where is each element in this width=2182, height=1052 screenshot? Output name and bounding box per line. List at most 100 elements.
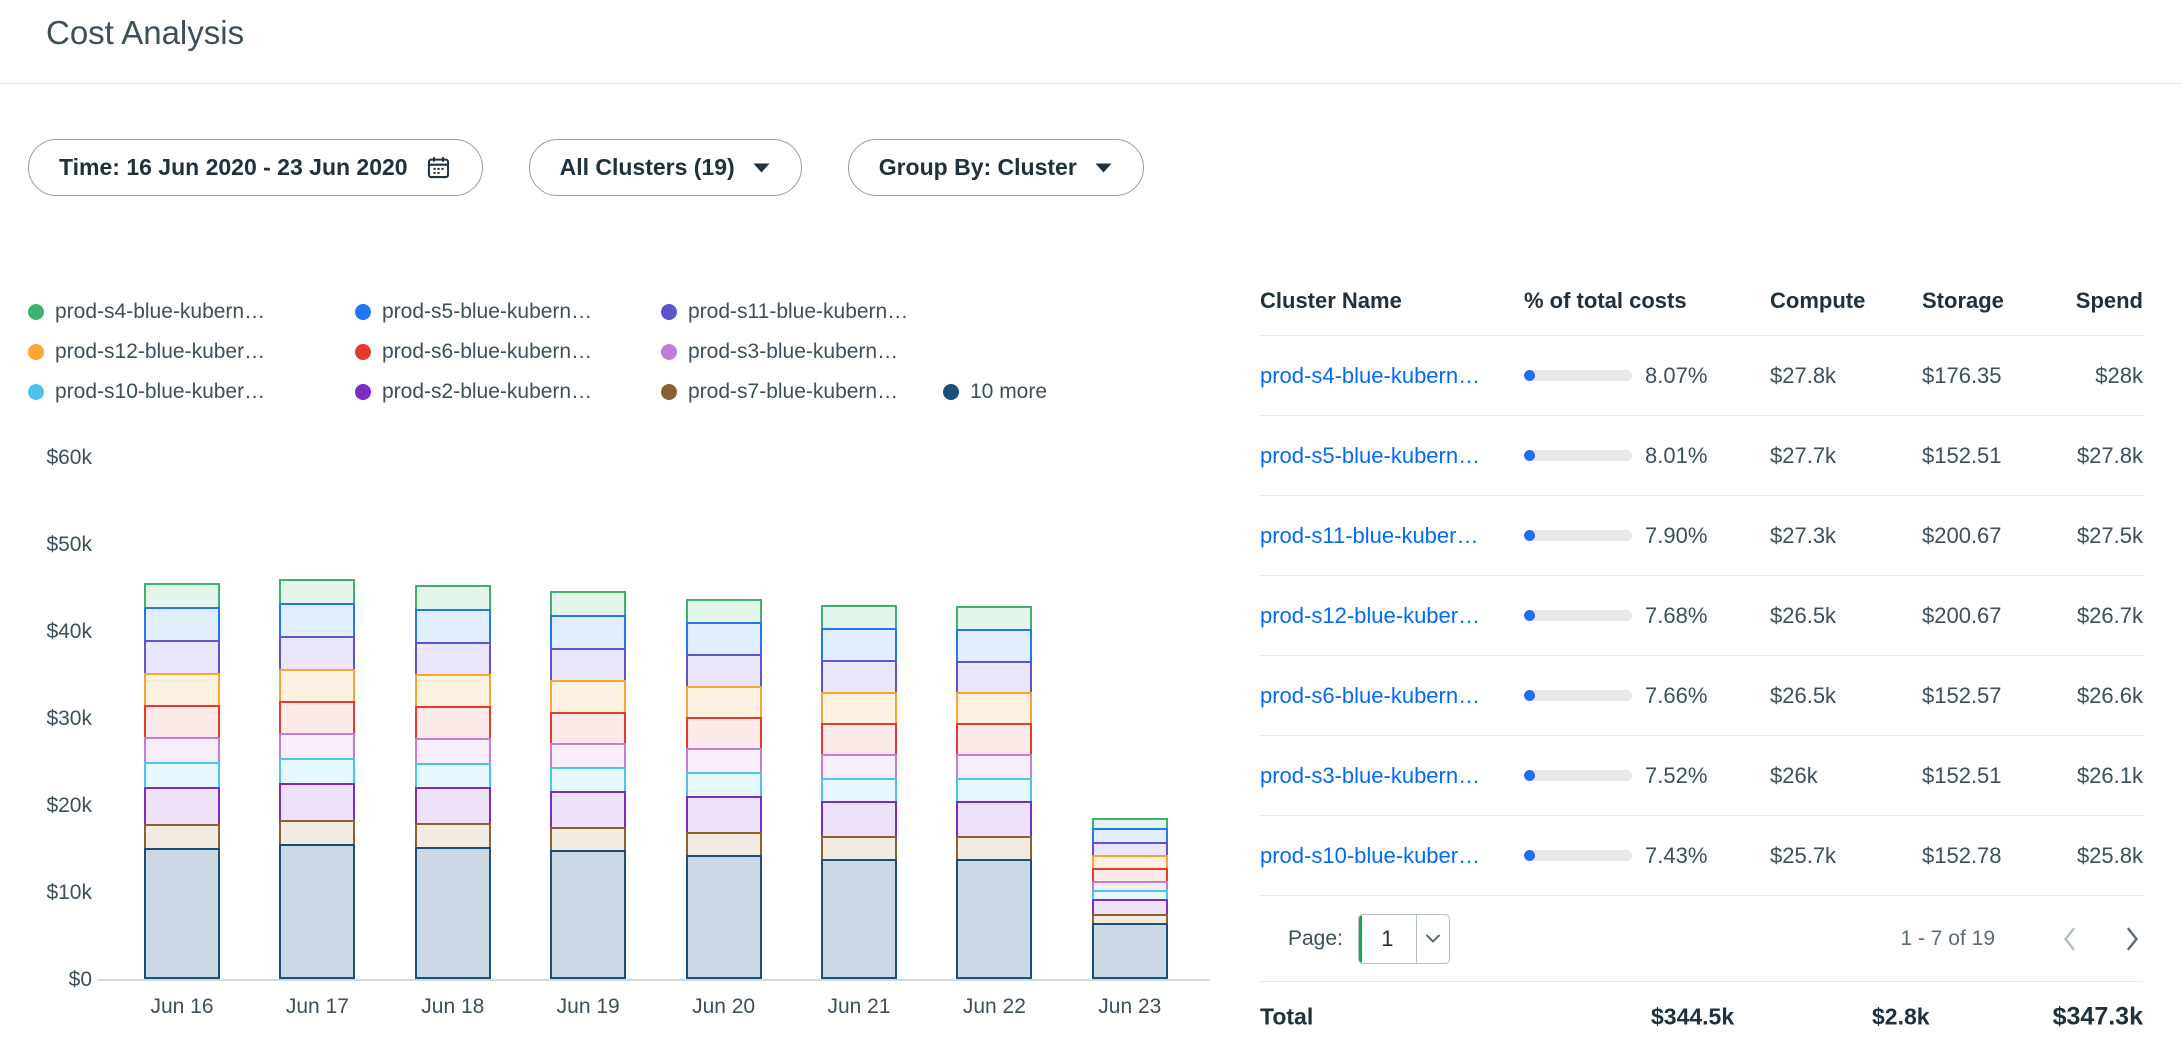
legend-item-prod-s5[interactable]: prod-s5-blue-kubern… — [355, 300, 661, 324]
bar-segment — [415, 642, 491, 676]
percent-progress-track — [1524, 610, 1632, 621]
legend-item-prod-s4[interactable]: prod-s4-blue-kubern… — [28, 300, 355, 324]
bar-segment — [686, 832, 762, 857]
page-number-select[interactable]: 1 — [1358, 914, 1450, 964]
bar-segment — [686, 622, 762, 656]
bar-segment — [550, 827, 626, 852]
legend-item-more[interactable]: 10 more — [943, 380, 1047, 404]
next-page-button[interactable] — [2125, 925, 2141, 953]
cluster-name-cell: prod-s11-blue-kuber… — [1260, 523, 1524, 549]
percent-progress-fill — [1524, 690, 1535, 701]
stacked-bar-jun-18[interactable] — [415, 585, 491, 979]
legend-item-label: prod-s7-blue-kubern… — [688, 380, 898, 404]
bar-segment — [415, 763, 491, 789]
bar-segment — [686, 796, 762, 834]
legend-item-label: prod-s3-blue-kubern… — [688, 340, 898, 364]
bar-segment — [415, 706, 491, 740]
cluster-name-link[interactable]: prod-s6-blue-kubern… — [1260, 683, 1480, 708]
percent-label: 7.90% — [1645, 523, 1707, 549]
table-row: prod-s11-blue-kuber…7.90%$27.3k$200.67$2… — [1260, 496, 2143, 576]
bar-segment — [550, 648, 626, 682]
bar-segment — [550, 767, 626, 793]
stacked-bar-jun-22[interactable] — [956, 606, 1032, 979]
select-caret-down-icon — [1417, 934, 1449, 944]
cluster-name-link[interactable]: prod-s12-blue-kuber… — [1260, 603, 1480, 628]
bar-segment — [144, 673, 220, 707]
prod-s11-color-dot — [661, 304, 677, 320]
legend-item-prod-s7[interactable]: prod-s7-blue-kubern… — [661, 380, 943, 404]
cluster-name-link[interactable]: prod-s10-blue-kuber… — [1260, 843, 1480, 868]
stacked-bar-jun-23[interactable] — [1092, 818, 1168, 979]
bar-segment — [415, 738, 491, 765]
pagination-range-label: 1 - 7 of 19 — [1900, 927, 1995, 951]
previous-page-button[interactable] — [2061, 925, 2077, 953]
bar-segment — [144, 583, 220, 609]
percent-progress-fill — [1524, 450, 1535, 461]
calendar-icon — [425, 154, 452, 181]
bar-segment — [279, 669, 355, 703]
x-axis-tick-label: Jun 20 — [654, 995, 794, 1019]
bar-segment — [821, 605, 897, 630]
caret-down-icon — [1094, 161, 1113, 174]
bar-segment — [279, 758, 355, 785]
x-axis-tick-label: Jun 16 — [112, 995, 252, 1019]
stacked-bar-jun-19[interactable] — [550, 591, 626, 979]
cluster-name-link[interactable]: prod-s3-blue-kubern… — [1260, 763, 1480, 788]
compute-value: $26k — [1770, 763, 1922, 789]
prod-s7-color-dot — [661, 384, 677, 400]
bar-segment — [279, 603, 355, 638]
cluster-name-link[interactable]: prod-s11-blue-kuber… — [1260, 523, 1478, 548]
stacked-bar-jun-16[interactable] — [144, 583, 220, 979]
bar-segment — [144, 762, 220, 789]
bar-segment — [144, 737, 220, 764]
legend-item-prod-s11[interactable]: prod-s11-blue-kubern… — [661, 300, 943, 324]
bar-segment — [550, 615, 626, 650]
clusters-filter-button[interactable]: All Clusters (19) — [529, 139, 802, 196]
cluster-name-link[interactable]: prod-s5-blue-kubern… — [1260, 443, 1480, 468]
bar-segment — [144, 824, 220, 850]
stacked-bar-jun-20[interactable] — [686, 599, 762, 979]
legend-item-prod-s2[interactable]: prod-s2-blue-kubern… — [355, 380, 661, 404]
cost-stacked-bar-chart: $0$10k$20k$30k$40k$50k$60k Jun 16Jun 17J… — [28, 440, 1208, 1046]
prod-s10-color-dot — [28, 384, 44, 400]
spend-value: $26.6k — [2060, 683, 2143, 709]
storage-value: $152.78 — [1922, 843, 2060, 869]
group-by-filter-button[interactable]: Group By: Cluster — [848, 139, 1144, 196]
bar-segment — [550, 850, 626, 979]
spend-value: $26.1k — [2060, 763, 2143, 789]
legend-item-prod-s10[interactable]: prod-s10-blue-kuber… — [28, 380, 355, 404]
percent-cell: 8.07% — [1524, 363, 1770, 389]
bar-segment — [956, 629, 1032, 663]
table-row: prod-s10-blue-kuber…7.43%$25.7k$152.78$2… — [1260, 816, 2143, 896]
percent-progress-fill — [1524, 610, 1535, 621]
storage-value: $176.35 — [1922, 363, 2060, 389]
legend-item-prod-s6[interactable]: prod-s6-blue-kubern… — [355, 340, 661, 364]
percent-progress-track — [1524, 370, 1632, 381]
cluster-name-link[interactable]: prod-s4-blue-kubern… — [1260, 363, 1480, 388]
cluster-cost-table: Cluster Name % of total costs Compute St… — [1260, 266, 2143, 1052]
stacked-bar-jun-21[interactable] — [821, 605, 897, 979]
stacked-bar-jun-17[interactable] — [279, 579, 355, 979]
percent-label: 7.68% — [1645, 603, 1707, 629]
bar-segment — [550, 743, 626, 769]
bar-segment — [144, 607, 220, 642]
bar-segment — [144, 787, 220, 826]
x-axis-tick-label: Jun 23 — [1060, 995, 1200, 1019]
bar-segment — [686, 855, 762, 979]
percent-cell: 8.01% — [1524, 443, 1770, 469]
chart-legend: prod-s4-blue-kubern…prod-s5-blue-kubern…… — [28, 292, 1047, 412]
legend-item-label: prod-s11-blue-kubern… — [688, 300, 908, 324]
select-focus-accent — [1359, 915, 1362, 963]
legend-item-prod-s12[interactable]: prod-s12-blue-kuber… — [28, 340, 355, 364]
legend-item-label: prod-s6-blue-kubern… — [382, 340, 592, 364]
time-range-filter-button[interactable]: Time: 16 Jun 2020 - 23 Jun 2020 — [28, 139, 483, 196]
bar-segment — [279, 701, 355, 735]
percent-progress-track — [1524, 530, 1632, 541]
bar-segment — [686, 686, 762, 719]
bar-segment — [144, 848, 220, 979]
percent-progress-track — [1524, 850, 1632, 861]
bar-segment — [956, 754, 1032, 780]
legend-item-prod-s3[interactable]: prod-s3-blue-kubern… — [661, 340, 943, 364]
bar-segment — [279, 636, 355, 671]
caret-down-icon — [752, 161, 771, 174]
